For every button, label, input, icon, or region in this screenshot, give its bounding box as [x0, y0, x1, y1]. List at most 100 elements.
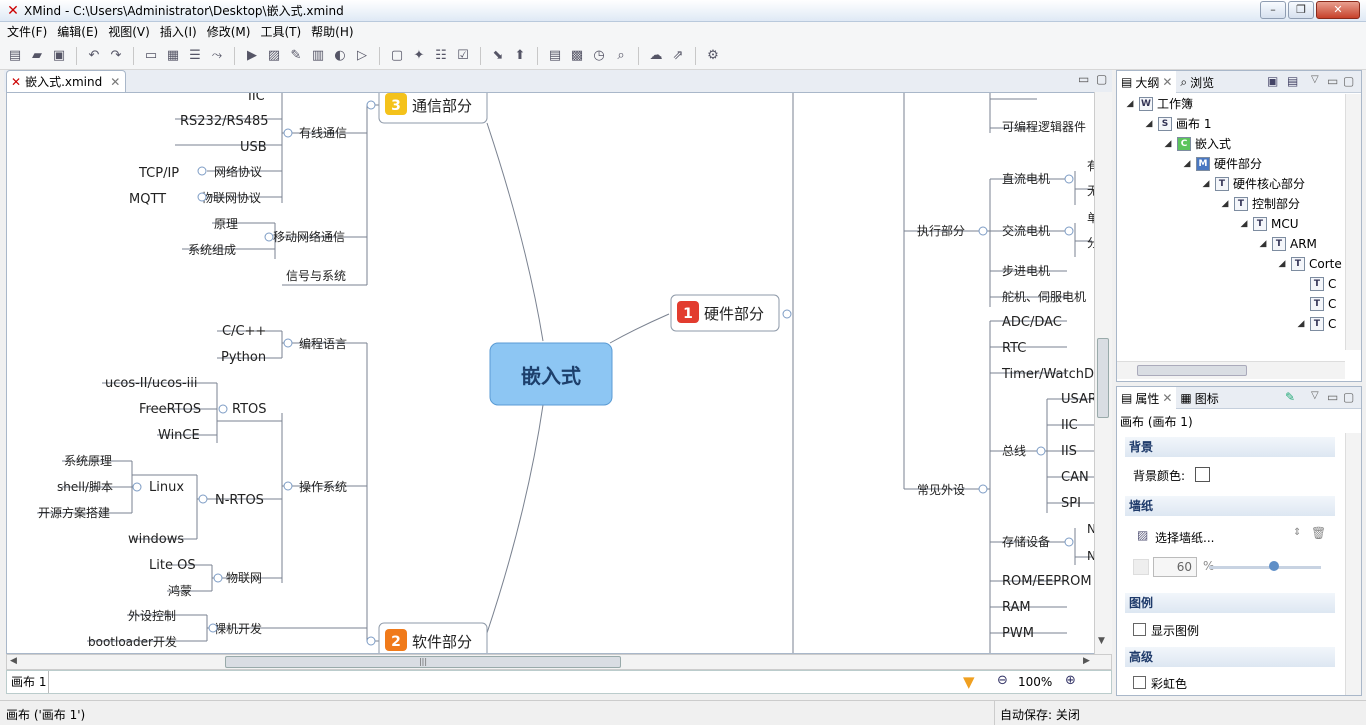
opacity-slider[interactable]: [1209, 566, 1321, 569]
node-language[interactable]: 编程语言: [299, 336, 347, 351]
menu-edit[interactable]: 编辑(E): [52, 23, 103, 41]
node-can[interactable]: CAN: [1061, 470, 1089, 485]
expand-arrow-icon[interactable]: ◢: [1220, 194, 1230, 214]
node-storage[interactable]: 存储设备: [1002, 534, 1050, 549]
collapse-icon[interactable]: [213, 573, 223, 583]
gantt-icon[interactable]: ☷: [432, 47, 450, 65]
menu-help[interactable]: 帮助(H): [306, 23, 358, 41]
undo-icon[interactable]: ↶: [85, 47, 103, 65]
section-wallpaper[interactable]: 墙纸: [1125, 496, 1335, 516]
topic-icon[interactable]: ▭: [142, 47, 160, 65]
collapse-icon[interactable]: [782, 309, 792, 319]
view-menu-icon[interactable]: ▽: [1311, 390, 1319, 401]
node-liteos[interactable]: Lite OS: [149, 558, 196, 573]
horizontal-scrollbar[interactable]: ◀ ||| ▶: [6, 654, 1112, 670]
scroll-down-icon[interactable]: ▼: [1098, 636, 1105, 646]
node-iic[interactable]: IIC: [248, 93, 265, 104]
filter-icon[interactable]: ▼: [963, 673, 975, 691]
export-icon[interactable]: ⇗: [669, 47, 687, 65]
open-folder-icon[interactable]: ▰: [28, 47, 46, 65]
menu-modify[interactable]: 修改(M): [202, 23, 256, 41]
collapse-icon[interactable]: [218, 404, 228, 414]
outline-item[interactable]: ◢ T C: [1296, 314, 1336, 334]
relationship-icon[interactable]: ⤳: [208, 47, 226, 65]
node-servo[interactable]: 舵机、伺服电机: [1002, 289, 1086, 304]
maximize-view-icon[interactable]: ▢: [1096, 72, 1107, 86]
spinner-arrows-icon[interactable]: ⇕: [1293, 527, 1301, 538]
node-adc[interactable]: ADC/DAC: [1002, 315, 1062, 330]
present-icon[interactable]: ▢: [388, 47, 406, 65]
minimize-view-icon[interactable]: ▭: [1078, 72, 1089, 86]
minimize-view-icon[interactable]: ▭: [1327, 74, 1338, 88]
menu-view[interactable]: 视图(V): [103, 23, 155, 41]
collapse-icon[interactable]: [1036, 446, 1046, 456]
outline-item[interactable]: TC: [1296, 274, 1336, 294]
node-usb[interactable]: USB: [240, 140, 267, 155]
collapse-icon[interactable]: [1064, 537, 1074, 547]
node-iis[interactable]: IIS: [1061, 444, 1077, 459]
node-ucos[interactable]: ucos-II/ucos-iii: [105, 376, 198, 391]
section-background[interactable]: 背景: [1125, 437, 1335, 457]
sheet-tab[interactable]: 画布 1: [7, 671, 49, 693]
zoom-out-icon[interactable]: ⊖: [997, 673, 1008, 688]
outline-horizontal-scrollbar[interactable]: [1117, 361, 1345, 379]
autosave-status[interactable]: 自动保存: 关闭: [1000, 706, 1080, 723]
node-dc-motor[interactable]: 直流电机: [1002, 172, 1050, 186]
node-iic-bus[interactable]: IIC: [1061, 418, 1078, 433]
node-signal[interactable]: 信号与系统: [286, 269, 346, 283]
expand-arrow-icon[interactable]: ◢: [1296, 314, 1306, 334]
expand-arrow-icon[interactable]: ◢: [1258, 234, 1268, 254]
expand-arrow-icon[interactable]: ◢: [1201, 174, 1211, 194]
node-shell[interactable]: shell/脚本: [57, 479, 113, 494]
outline-item[interactable]: ◢ T 控制部分: [1220, 194, 1300, 214]
collapse-icon[interactable]: [366, 636, 376, 646]
expand-arrow-icon[interactable]: ◢: [1144, 114, 1154, 134]
maximize-view-icon[interactable]: ▢: [1343, 390, 1354, 404]
tab-icons[interactable]: ▦ 图标: [1176, 387, 1222, 409]
section-legend[interactable]: 图例: [1125, 593, 1335, 613]
node-rom[interactable]: ROM/EEPROM: [1002, 574, 1092, 589]
share-icon[interactable]: ⬆: [511, 47, 529, 65]
expand-arrow-icon[interactable]: ◢: [1182, 154, 1192, 174]
note-icon[interactable]: ▥: [309, 47, 327, 65]
outline-item[interactable]: ◢ M 硬件部分: [1182, 154, 1262, 174]
search-icon[interactable]: ⌕: [612, 47, 630, 65]
close-button[interactable]: ✕: [1316, 1, 1360, 19]
vertical-scrollbar[interactable]: ▼: [1094, 92, 1112, 654]
vertical-scroll-thumb[interactable]: [1097, 338, 1109, 418]
node-python[interactable]: Python: [221, 350, 266, 365]
node-mqtt[interactable]: MQTT: [129, 192, 166, 207]
outline-item[interactable]: ◢ T 硬件核心部分: [1201, 174, 1305, 194]
task-icon[interactable]: ☑: [454, 47, 472, 65]
boundary-icon[interactable]: ☰: [186, 47, 204, 65]
expand-arrow-icon[interactable]: ◢: [1239, 214, 1249, 234]
node-common-peripheral[interactable]: 常见外设: [917, 483, 965, 497]
node-windows[interactable]: windows: [128, 532, 184, 547]
subtopic-icon[interactable]: ▦: [164, 47, 182, 65]
trash-icon[interactable]: 🗑: [1311, 526, 1326, 540]
expand-arrow-icon[interactable]: ◢: [1163, 134, 1173, 154]
tab-close-icon[interactable]: ✕: [1162, 391, 1172, 405]
marker-icon[interactable]: ◐: [331, 47, 349, 65]
node-open-source[interactable]: 开源方案搭建: [38, 505, 110, 520]
outline-item[interactable]: TC: [1296, 294, 1336, 314]
outline-item[interactable]: ◢ C 嵌入式: [1163, 134, 1231, 154]
collapse-icon[interactable]: [208, 623, 218, 633]
collapse-icon[interactable]: [978, 484, 988, 494]
view-menu-icon[interactable]: ▽: [1311, 74, 1319, 85]
save-icon[interactable]: ▣: [50, 47, 68, 65]
menu-insert[interactable]: 插入(I): [155, 23, 202, 41]
node-bootloader[interactable]: bootloader开发: [88, 634, 177, 649]
maximize-view-icon[interactable]: ▢: [1343, 74, 1354, 88]
node-nrtos[interactable]: N-RTOS: [215, 493, 264, 508]
collapse-icon[interactable]: [1064, 174, 1074, 184]
maximize-button[interactable]: ❐: [1288, 1, 1314, 19]
node-timer[interactable]: Timer/WatchDog: [1001, 367, 1097, 382]
hyperlink-icon[interactable]: ▷: [353, 47, 371, 65]
collapse-icon[interactable]: [264, 232, 274, 242]
node-hongmeng[interactable]: 鸿蒙: [168, 584, 192, 598]
flag-icon[interactable]: ▶: [243, 47, 261, 65]
node-peripheral-ctrl[interactable]: 外设控制: [128, 609, 176, 623]
tree-view-icon[interactable]: ▣: [1267, 74, 1278, 88]
node-usart[interactable]: USART: [1061, 392, 1097, 407]
